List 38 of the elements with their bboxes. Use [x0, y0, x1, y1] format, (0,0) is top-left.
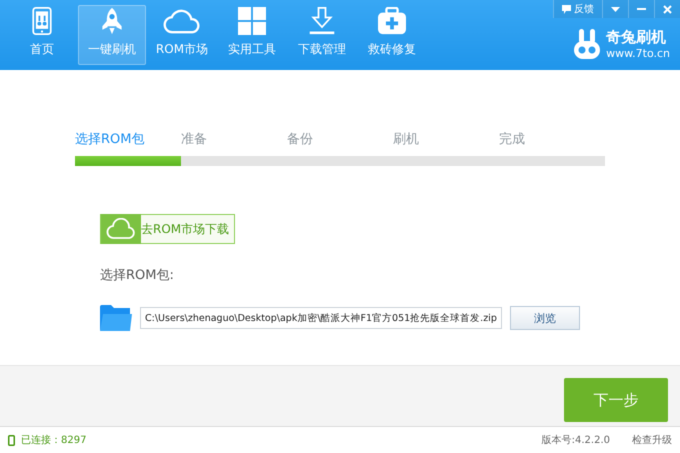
step-label: 刷机: [393, 131, 420, 148]
version-text: 版本号:4.2.2.0: [542, 434, 610, 447]
first-aid-kit-icon: [376, 7, 408, 35]
check-update-link[interactable]: 检查升级: [632, 433, 672, 447]
chat-icon: [562, 4, 571, 14]
feedback-button[interactable]: 反馈: [553, 0, 602, 18]
file-path-field[interactable]: C:\Users\zhenaguo\Desktop\apk加密\酷派大神F1官方051抢先版全球首发.zip: [140, 307, 502, 329]
rom-market-button[interactable]: 去ROM市场下载: [100, 214, 235, 244]
download-icon: [307, 7, 337, 35]
cloud-icon: [106, 218, 136, 240]
logo-url: www.7to.cn: [606, 47, 670, 60]
rom-label: 选择ROM包:: [100, 267, 175, 284]
nav-tab[interactable]: 实用工具: [218, 5, 286, 65]
nav-tab[interactable]: 下载管理: [288, 5, 356, 65]
minimize-icon: [637, 8, 646, 10]
connection-status: 已连接：8297: [21, 434, 86, 447]
close-icon: [663, 4, 672, 14]
step-label: 准备: [181, 131, 208, 148]
logo-name: 奇兔刷机: [606, 28, 668, 47]
next-button[interactable]: 下一步: [564, 378, 668, 422]
grid-icon: [237, 7, 267, 35]
phone-icon: [8, 434, 15, 446]
step-label: 备份: [287, 131, 314, 148]
dropdown-button[interactable]: [602, 0, 628, 18]
minimize-button[interactable]: [628, 0, 654, 18]
nav-tab[interactable]: ROM市场: [148, 5, 216, 65]
nav-tab[interactable]: 一键刷机: [78, 5, 146, 65]
cloud-icon: [162, 7, 202, 35]
browse-button[interactable]: 浏览: [510, 306, 580, 330]
close-button[interactable]: [654, 0, 680, 18]
step-label: 选择ROM包: [75, 131, 146, 148]
folder-icon: [100, 304, 132, 332]
nav-tab[interactable]: 首页: [8, 5, 76, 65]
step-label: 完成: [499, 131, 526, 148]
nav-tab[interactable]: 救砖修复: [358, 5, 426, 65]
phone-icon: [31, 7, 53, 35]
caret-icon: [611, 6, 620, 12]
rabbit-logo-icon: [574, 29, 600, 59]
